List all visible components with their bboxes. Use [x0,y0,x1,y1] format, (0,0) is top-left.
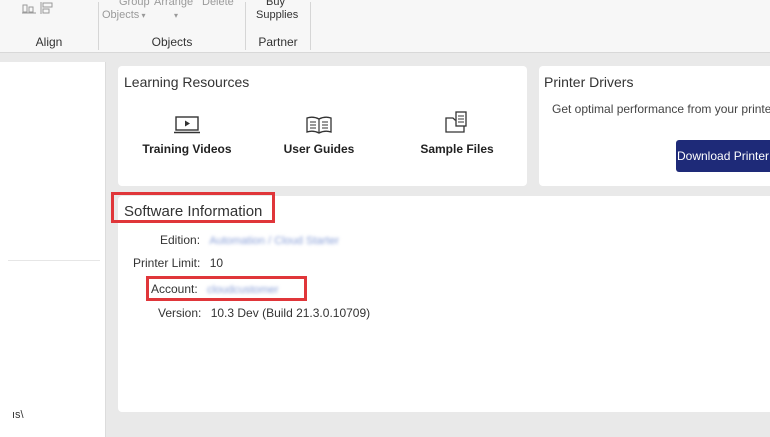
sidebar-divider [8,260,100,261]
book-icon [306,116,332,134]
edition-label: Edition: [160,233,201,247]
sample-files-label: Sample Files [420,142,494,156]
ribbon-label-partner: Partner [258,35,298,49]
version-label: Version: [158,306,202,320]
group-button[interactable]: Group [119,0,150,8]
align-bottom-icon[interactable] [22,2,36,14]
version-row: Version: 10.3 Dev (Build 21.3.0.10709) [158,306,370,320]
printer-limit-label: Printer Limit: [133,256,201,270]
ribbon-group-align: Align [0,0,98,53]
chevron-down-icon: ▾ [139,11,146,20]
video-icon [174,116,200,134]
sidebar-path-text: ıs\ [12,409,24,421]
buy-button[interactable]: Buy [266,0,285,8]
align-left-icon[interactable] [40,2,54,14]
training-videos-link[interactable]: Training Videos [132,116,242,156]
ribbon-label-objects: Objects [151,35,193,49]
supplies-button[interactable]: Supplies [256,10,298,21]
chevron-down-icon[interactable]: ▾ [174,10,178,21]
version-value: 10.3 Dev (Build 21.3.0.10709) [210,306,371,320]
arrange-button[interactable]: Arrange [154,0,193,8]
objects-dropdown-button[interactable]: Objects ▾ [102,10,146,21]
edition-value: Automation / Cloud Starter [209,235,339,247]
highlight-box-account [146,276,307,301]
ribbon-group-partner: Buy Supplies Partner [246,0,310,53]
software-information-card [118,196,770,412]
delete-button[interactable]: Delete [202,0,234,8]
left-sidebar: ıs\ [0,62,106,437]
printer-limit-value: 10 [209,256,224,270]
files-icon [445,111,467,133]
ribbon-group-objects: Group Arrange Delete Objects ▾ ▾ Objects [99,0,245,53]
objects-dropdown-label: Objects [102,9,140,21]
user-guides-link[interactable]: User Guides [264,116,374,156]
ribbon-label-align: Align [35,35,63,49]
training-videos-label: Training Videos [142,142,232,156]
sample-files-link[interactable]: Sample Files [402,111,512,156]
ribbon-toolbar: Align Group Arrange Delete Objects ▾ ▾ O… [0,0,770,53]
ribbon-separator [310,2,311,50]
printer-limit-row: Printer Limit: 10 [133,256,223,270]
download-printer-drivers-label: Download Printer [677,149,770,163]
learning-resources-card: Learning Resources Training Videos User … [118,66,527,186]
learning-resources-title: Learning Resources [124,74,250,90]
highlight-box-software-information [111,192,275,223]
printer-drivers-description: Get optimal performance from your printe [552,102,770,116]
user-guides-label: User Guides [283,142,355,156]
printer-drivers-title: Printer Drivers [544,74,634,90]
edition-row: Edition: Automation / Cloud Starter [160,233,339,247]
download-printer-drivers-button[interactable]: Download Printer [676,140,770,172]
